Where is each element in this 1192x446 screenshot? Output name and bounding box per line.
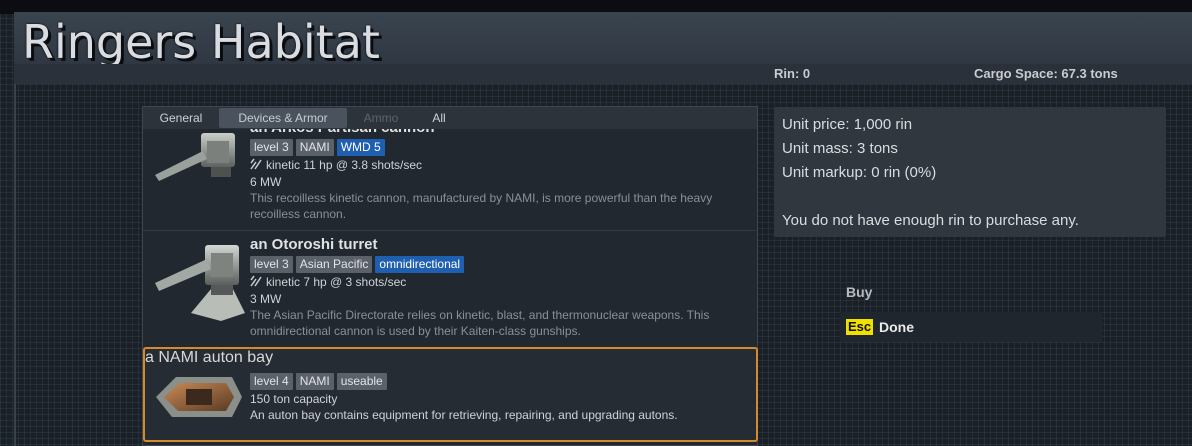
item-description: The Asian Pacific Directorate relies on … [250, 308, 710, 338]
unit-mass: Unit mass: 3 tons [782, 140, 898, 157]
selected-list-item[interactable]: a NAMI auton bay level 4 NAMI useable 150 … [143, 347, 758, 442]
tag-wmd: WMD 5 [336, 139, 385, 156]
done-button[interactable]: Esc Done [840, 312, 1102, 342]
list-item[interactable]: an Otoroshi turret level 3 Asian Pacific o… [143, 231, 757, 343]
tab-ammo: Ammo [363, 111, 399, 125]
tab-general[interactable]: General [149, 108, 213, 128]
left-rail [14, 84, 16, 446]
item-tags: level 3 NAMI WMD 5 [250, 138, 388, 156]
station-title: Ringers Habitat [22, 15, 380, 69]
otoroshi-turret-icon [155, 245, 245, 321]
purchase-message: You do not have enough rin to purchase a… [782, 212, 1079, 229]
rin-balance: Rin: 0 [774, 66, 811, 81]
item-capacity: 150 ton capacity [250, 392, 338, 406]
tag-level: level 3 [250, 256, 293, 273]
item-tags: level 4 NAMI useable [250, 372, 390, 390]
tag-omnidirectional: omnidirectional [375, 256, 465, 273]
item-description: This recoilless kinetic cannon, manufact… [250, 191, 713, 221]
item-tags: level 3 Asian Pacific omnidirectional [250, 255, 467, 273]
kinetic-damage-icon [250, 275, 262, 287]
item-name: an Otoroshi turret [250, 236, 378, 253]
item-power: 3 MW [250, 292, 282, 306]
kinetic-damage-icon [250, 158, 262, 170]
esc-key-hint: Esc [846, 319, 874, 335]
item-damage-text: kinetic 7 hp @ 3 shots/sec [266, 275, 407, 289]
tag-manufacturer: NAMI [295, 139, 334, 156]
tab-devices-armor[interactable]: Devices & Armor [219, 108, 347, 128]
tag-level: level 3 [250, 139, 293, 156]
item-info-panel: Unit price: 1,000 rin Unit mass: 3 tons … [774, 107, 1166, 237]
cannon-turret-icon [155, 133, 235, 181]
item-name: a NAMI auton bay [145, 349, 274, 366]
tag-level: level 4 [250, 373, 293, 390]
item-damage: kinetic 11 hp @ 3.8 shots/sec [250, 158, 422, 172]
tab-bar: General Devices & Armor Ammo All [143, 107, 757, 129]
done-label: Done [879, 319, 914, 335]
auton-bay-icon [156, 377, 242, 417]
tag-useable: useable [336, 373, 387, 390]
buy-button[interactable]: Buy [846, 284, 872, 300]
item-power: 6 MW [250, 175, 282, 189]
tab-all[interactable]: All [419, 108, 459, 128]
cargo-space: Cargo Space: 67.3 tons [974, 66, 1118, 81]
tag-manufacturer: NAMI [295, 373, 334, 390]
unit-markup: Unit markup: 0 rin (0%) [782, 164, 937, 181]
item-damage-text: kinetic 11 hp @ 3.8 shots/sec [266, 158, 423, 172]
item-description: An auton bay contains equipment for retr… [250, 408, 678, 422]
item-damage: kinetic 7 hp @ 3 shots/sec [250, 275, 406, 289]
unit-price: Unit price: 1,000 rin [782, 116, 913, 133]
tag-faction: Asian Pacific [295, 256, 373, 273]
